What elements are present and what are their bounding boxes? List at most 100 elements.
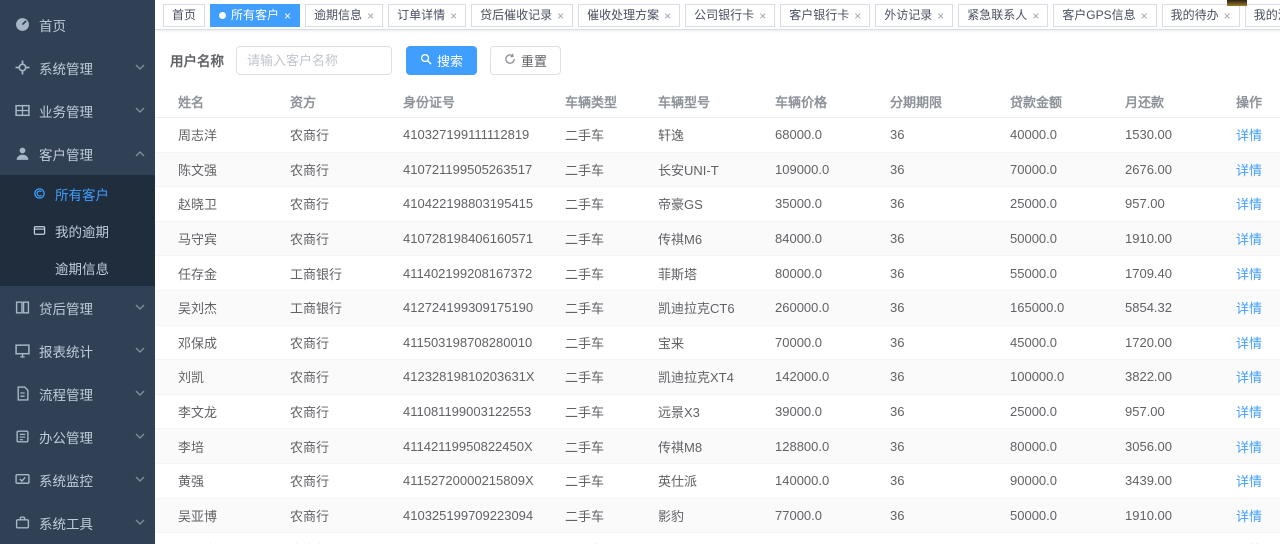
sidebar-item-贷后管理[interactable]: 贷后管理	[0, 286, 155, 329]
close-icon[interactable]: ×	[557, 10, 564, 22]
cell-funder: 工商银行	[290, 264, 403, 283]
detail-link[interactable]: 详情	[1236, 128, 1262, 143]
tab-label: 催收处理方案	[587, 5, 659, 26]
tab-公司银行卡[interactable]: 公司银行卡×	[685, 4, 775, 27]
grid-icon	[15, 103, 30, 118]
tab-所有客户[interactable]: 所有客户×	[210, 4, 300, 27]
search-input[interactable]	[236, 46, 392, 75]
cell-term: 36	[890, 231, 1010, 246]
cell-model: 传祺M6	[658, 229, 775, 248]
sidebar-subitem-所有客户[interactable]: 所有客户	[0, 175, 155, 212]
detail-link[interactable]: 详情	[1236, 509, 1262, 524]
sidebar-item-label: 办公管理	[39, 427, 93, 447]
tab-催收处理方案[interactable]: 催收处理方案 ×	[578, 4, 680, 27]
detail-link[interactable]: 详情	[1236, 232, 1262, 247]
toolbox-icon	[15, 515, 30, 530]
cell-name: 任存金	[178, 264, 290, 283]
sidebar-item-label: 贷后管理	[39, 298, 93, 318]
sidebar-item-流程管理[interactable]: 流程管理	[0, 372, 155, 415]
monitor-chart-icon	[15, 343, 30, 358]
sidebar-item-系统工具[interactable]: 系统工具	[0, 501, 155, 544]
cell-monthly: 2676.00	[1125, 162, 1217, 177]
reset-button[interactable]: 重置	[490, 46, 561, 75]
close-icon[interactable]: ×	[1032, 10, 1039, 22]
tab-我的待办[interactable]: 我的待办×	[1162, 4, 1240, 27]
detail-link[interactable]: 详情	[1236, 301, 1262, 316]
sidebar-subitem-逾期信息[interactable]: 逾期信息	[0, 249, 155, 286]
sidebar-item-label: 系统工具	[39, 513, 93, 533]
tab-我的流程[interactable]: 我的流程×	[1245, 4, 1280, 27]
blank-icon	[33, 261, 46, 274]
cell-monthly: 1910.00	[1125, 508, 1217, 523]
cell-name: 邓保成	[178, 333, 290, 352]
tab-外访记录[interactable]: 外访记录×	[875, 4, 953, 27]
table-row: 周志洋农商行410327199111112819二手车轩逸68000.03640…	[155, 118, 1280, 153]
search-button[interactable]: 搜索	[406, 46, 477, 75]
detail-link[interactable]: 详情	[1236, 163, 1262, 178]
close-icon[interactable]: ×	[664, 10, 671, 22]
cell-price: 109000.0	[775, 162, 890, 177]
detail-link[interactable]: 详情	[1236, 267, 1262, 282]
cell-action: 详情	[1217, 160, 1262, 179]
close-icon[interactable]: ×	[367, 10, 374, 22]
cell-model: 影豹	[658, 506, 775, 525]
sidebar-item-报表统计[interactable]: 报表统计	[0, 329, 155, 372]
sidebar-item-客户管理[interactable]: 客户管理	[0, 132, 155, 175]
cell-action: 详情	[1217, 437, 1262, 456]
refresh-icon	[504, 53, 521, 68]
sidebar-item-首页[interactable]: 首页	[0, 3, 155, 46]
column-header-action: 操作	[1217, 92, 1262, 111]
detail-link[interactable]: 详情	[1236, 336, 1262, 351]
chevron-down-icon	[135, 476, 145, 483]
tab-客户GPS信息[interactable]: 客户GPS信息×	[1053, 4, 1156, 27]
main-content: 首页所有客户×逾期信息×订单详情×贷后催收记录×催收处理方案×公司银行卡×客户银…	[155, 0, 1280, 544]
table-row: 刘明杰农商行411402199306150000二手车轩逸50000.03630…	[155, 533, 1280, 544]
column-header-funder: 资方	[290, 92, 403, 111]
sidebar-item-系统监控[interactable]: 系统监控	[0, 458, 155, 501]
close-icon[interactable]: ×	[450, 10, 457, 22]
cell-action: 详情	[1217, 367, 1262, 386]
cell-funder: 农商行	[290, 229, 403, 248]
cell-price: 140000.0	[775, 473, 890, 488]
tab-首页[interactable]: 首页	[163, 4, 205, 27]
detail-link[interactable]: 详情	[1236, 370, 1262, 385]
table-row: 赵晓卫农商行410422198803195415二手车帝豪GS35000.036…	[155, 187, 1280, 222]
sidebar-subitem-label: 所有客户	[55, 184, 109, 204]
cell-vehicle_type: 二手车	[565, 437, 658, 456]
cell-vehicle_type: 二手车	[565, 402, 658, 421]
detail-link[interactable]: 详情	[1236, 474, 1262, 489]
detail-link[interactable]: 详情	[1236, 405, 1262, 420]
tab-订单详情[interactable]: 订单详情 ×	[388, 4, 466, 27]
cell-monthly: 3056.00	[1125, 439, 1217, 454]
tab-label: 贷后催收记录	[480, 5, 552, 26]
detail-link[interactable]: 详情	[1236, 440, 1262, 455]
column-header-vehicle_type: 车辆类型	[565, 92, 658, 111]
chevron-down-icon	[135, 64, 145, 71]
tab-label: 订单详情	[397, 5, 445, 26]
cell-loan: 55000.0	[1010, 266, 1125, 281]
tab-逾期信息[interactable]: 逾期信息×	[305, 4, 383, 27]
tab-客户银行卡[interactable]: 客户银行卡×	[780, 4, 870, 27]
tab-贷后催收记录[interactable]: 贷后催收记录 ×	[471, 4, 573, 27]
close-icon[interactable]: ×	[1141, 10, 1148, 22]
cell-monthly: 3822.00	[1125, 369, 1217, 384]
user-icon	[15, 146, 30, 161]
close-icon[interactable]: ×	[854, 10, 861, 22]
sidebar-subitem-我的逾期[interactable]: 我的逾期	[0, 212, 155, 249]
close-icon[interactable]: ×	[937, 10, 944, 22]
sidebar-item-系统管理[interactable]: 系统管理	[0, 46, 155, 89]
close-icon[interactable]: ×	[759, 10, 766, 22]
sidebar-item-label: 首页	[39, 15, 66, 35]
sidebar-item-label: 系统管理	[39, 58, 93, 78]
cell-term: 36	[890, 335, 1010, 350]
submenu-客户管理: 所有客户我的逾期逾期信息	[0, 175, 155, 286]
sidebar-item-办公管理[interactable]: 办公管理	[0, 415, 155, 458]
column-header-loan: 贷款金额	[1010, 92, 1125, 111]
tab-紧急联系人[interactable]: 紧急联系人×	[958, 4, 1048, 27]
close-icon[interactable]: ×	[1224, 10, 1231, 22]
sidebar-item-业务管理[interactable]: 业务管理	[0, 89, 155, 132]
cell-name: 吴刘杰	[178, 298, 290, 317]
close-icon[interactable]: ×	[284, 10, 291, 22]
cell-price: 35000.0	[775, 196, 890, 211]
detail-link[interactable]: 详情	[1236, 197, 1262, 212]
